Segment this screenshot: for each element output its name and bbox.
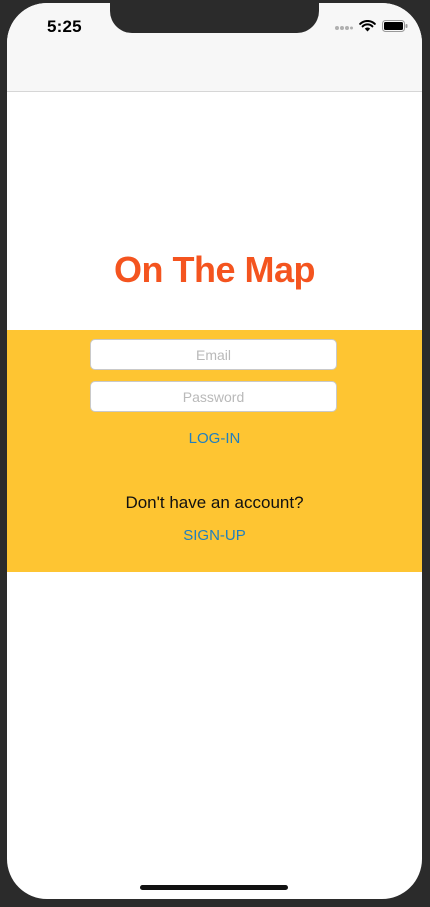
device-frame: 5:25 On The Map Email LOG-IN Don't have …	[0, 0, 430, 907]
app-title: On The Map	[114, 249, 316, 290]
wifi-icon	[359, 19, 376, 37]
login-button[interactable]: LOG-IN	[7, 430, 422, 447]
battery-icon	[382, 19, 408, 37]
signup-button[interactable]: SIGN-UP	[7, 527, 422, 544]
status-time: 5:25	[47, 17, 82, 36]
signup-prompt: Don't have an account?	[125, 493, 304, 512]
email-field[interactable]	[90, 339, 337, 370]
home-indicator	[140, 885, 288, 890]
screen: 5:25 On The Map Email LOG-IN Don't have …	[7, 3, 422, 899]
login-panel: LOG-IN Don't have an account? SIGN-UP	[7, 330, 422, 572]
navigation-bar	[7, 47, 422, 92]
password-field[interactable]	[90, 381, 337, 412]
status-icons	[335, 19, 408, 37]
device-notch	[110, 3, 319, 33]
cellular-signal-icon	[335, 19, 353, 37]
